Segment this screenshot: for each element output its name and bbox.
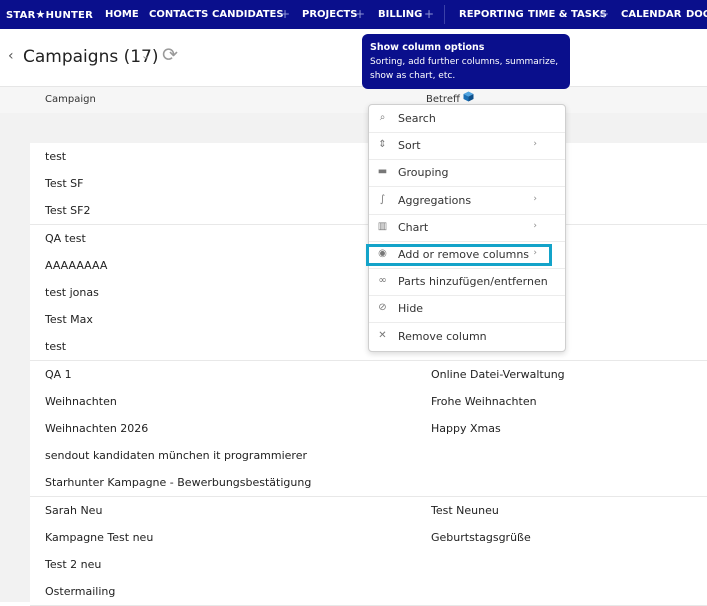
menu-item-label: Remove column <box>398 329 487 343</box>
submenu-arrow-icon: › <box>533 248 537 258</box>
subject-cell: Online Datei-Verwaltung <box>431 367 565 381</box>
subject-cell: Frohe Weihnachten <box>431 394 537 408</box>
subject-cell: Geburtstagsgrüße <box>431 530 531 544</box>
subject-cell: Happy Xmas <box>431 422 501 435</box>
eye-icon: ◉ <box>378 248 387 259</box>
campaign-cell: QA 1 <box>45 367 72 381</box>
table-row[interactable]: Weihnachten 2026 Happy Xmas <box>30 415 707 443</box>
campaign-cell: test <box>45 340 67 354</box>
campaign-cell: test <box>45 150 67 163</box>
campaign-cell: Test Max <box>45 313 93 327</box>
campaign-cell: Sarah Neu <box>45 503 103 517</box>
logo-text-right: HUNTER <box>45 10 93 21</box>
campaign-cell: Weihnachten <box>45 394 117 408</box>
tooltip-text: Sorting, add further columns, summarize,… <box>370 57 559 81</box>
table-row[interactable]: Kampagne Test neu Geburtstagsgrüße <box>30 523 707 552</box>
menu-item-label: Hide <box>398 302 424 316</box>
campaign-cell: Ostermailing <box>45 585 116 599</box>
eye-off-icon: ⊘ <box>378 302 387 314</box>
menu-item-parts-hinzuf-gen-entfernen[interactable]: ∞ Parts hinzufügen/entfernen <box>369 268 565 297</box>
back-chevron-icon[interactable]: ‹ <box>8 48 14 64</box>
grid-spacer <box>0 113 707 143</box>
projects-plus-icon[interactable]: + <box>355 7 365 21</box>
nav-divider <box>444 5 445 24</box>
table-row[interactable]: QA 1 Online Datei-Verwaltung <box>30 360 707 389</box>
submenu-arrow-icon: › <box>533 139 537 150</box>
menu-item-grouping[interactable]: ▬ Grouping <box>369 159 565 188</box>
campaign-table: test Test SF Test SF2 QA test AAAAAAAA test j… <box>0 143 707 606</box>
menu-item-label: Grouping <box>398 166 449 180</box>
column-header-bar: Campaign Betreff <box>0 86 707 115</box>
nav-contacts[interactable]: CONTACTS <box>149 9 208 20</box>
campaign-cell: Test SF2 <box>45 204 91 218</box>
menu-item-label: Aggregations <box>398 193 472 207</box>
table-row[interactable]: Starhunter Kampagne - Bewerbungsbestätig… <box>30 469 707 498</box>
campaign-cell: Kampagne Test neu <box>45 530 154 544</box>
logo-text-left: STAR <box>6 10 36 21</box>
menu-item-chart[interactable]: ▥ Chart › <box>369 214 565 242</box>
nav-calendar[interactable]: CALENDAR <box>621 9 681 20</box>
sum-icon: ∫ <box>379 193 386 205</box>
page-title[interactable]: Campaigns (17) <box>23 47 159 67</box>
folder-icon: ▬ <box>377 166 388 178</box>
column-options-icon[interactable] <box>463 91 474 102</box>
menu-item-label: Parts hinzufügen/entfernen <box>398 275 548 289</box>
top-navigation: STAR★HUNTER HOME CONTACTS CANDIDATES + P… <box>0 0 707 29</box>
star-icon: ★ <box>35 8 46 21</box>
table-row[interactable]: sendout kandidaten münchen it programmie… <box>30 442 707 471</box>
nav-home[interactable]: HOME <box>105 9 139 20</box>
menu-item-hide[interactable]: ⊘ Hide <box>369 295 565 324</box>
nav-candidates[interactable]: CANDIDATES <box>212 9 284 20</box>
table-row[interactable]: Sarah Neu Test Neuneu <box>30 496 707 525</box>
search-icon: ⌕ <box>379 112 386 123</box>
nav-documents[interactable]: DOC <box>686 9 707 20</box>
column-options-menu: ⌕ Search ⇕ Sort › ▬ Grouping ∫ Aggregations › ▥ Cha… <box>368 104 566 352</box>
campaign-cell: Starhunter Kampagne - Bewerbungsbestätig… <box>45 476 312 490</box>
menu-item-aggregations[interactable]: ∫ Aggregations › <box>369 187 565 215</box>
menu-item-add-or-remove-columns[interactable]: ◉ Add or remove columns › <box>369 241 565 269</box>
menu-item-label: Chart <box>398 220 429 234</box>
chart-icon: ▥ <box>377 220 388 232</box>
campaign-cell: Weihnachten 2026 <box>45 422 149 435</box>
menu-item-label: Add or remove columns <box>398 248 530 261</box>
link-icon: ∞ <box>378 275 387 287</box>
starhunter-logo[interactable]: STAR★HUNTER <box>6 8 93 21</box>
nav-billing[interactable]: BILLING <box>378 9 422 20</box>
menu-item-label: Search <box>398 112 436 125</box>
campaign-cell: AAAAAAAA <box>45 258 108 272</box>
time-tasks-plus-icon[interactable]: + <box>599 7 609 21</box>
close-icon: ✕ <box>378 329 387 341</box>
submenu-arrow-icon: › <box>533 220 537 231</box>
campaign-cell: QA test <box>45 231 86 245</box>
tooltip-title: Show column options <box>370 42 485 53</box>
subject-cell: Test Neuneu <box>431 503 499 517</box>
nav-time-tasks[interactable]: TIME & TASKS <box>528 9 607 20</box>
table-row[interactable]: Weihnachten Frohe Weihnachten <box>30 387 707 416</box>
submenu-arrow-icon: › <box>533 193 537 204</box>
billing-plus-icon[interactable]: + <box>424 7 434 21</box>
menu-item-remove-column[interactable]: ✕ Remove column <box>369 323 565 350</box>
nav-reporting[interactable]: REPORTING <box>459 9 524 20</box>
candidates-plus-icon[interactable]: + <box>280 7 290 21</box>
campaign-cell: sendout kandidaten münchen it programmie… <box>45 449 308 463</box>
campaign-cell: Test 2 neu <box>45 558 102 571</box>
campaign-cell: test jonas <box>45 286 99 299</box>
column-options-tooltip: Show column options Sorting, add further… <box>362 34 570 89</box>
chevron-down-icon[interactable]: ⌄ <box>141 49 150 62</box>
sort-icon: ⇕ <box>378 139 387 151</box>
refresh-icon[interactable]: ⟳ <box>162 44 178 66</box>
menu-item-search[interactable]: ⌕ Search <box>369 105 565 133</box>
nav-projects[interactable]: PROJECTS <box>302 9 357 20</box>
menu-item-label: Sort <box>398 139 421 153</box>
table-row[interactable]: Test 2 neu <box>30 551 707 579</box>
menu-item-sort[interactable]: ⇕ Sort › <box>369 132 565 161</box>
campaign-cell: Test SF <box>45 177 84 191</box>
column-header-campaign[interactable]: Campaign <box>45 94 96 105</box>
